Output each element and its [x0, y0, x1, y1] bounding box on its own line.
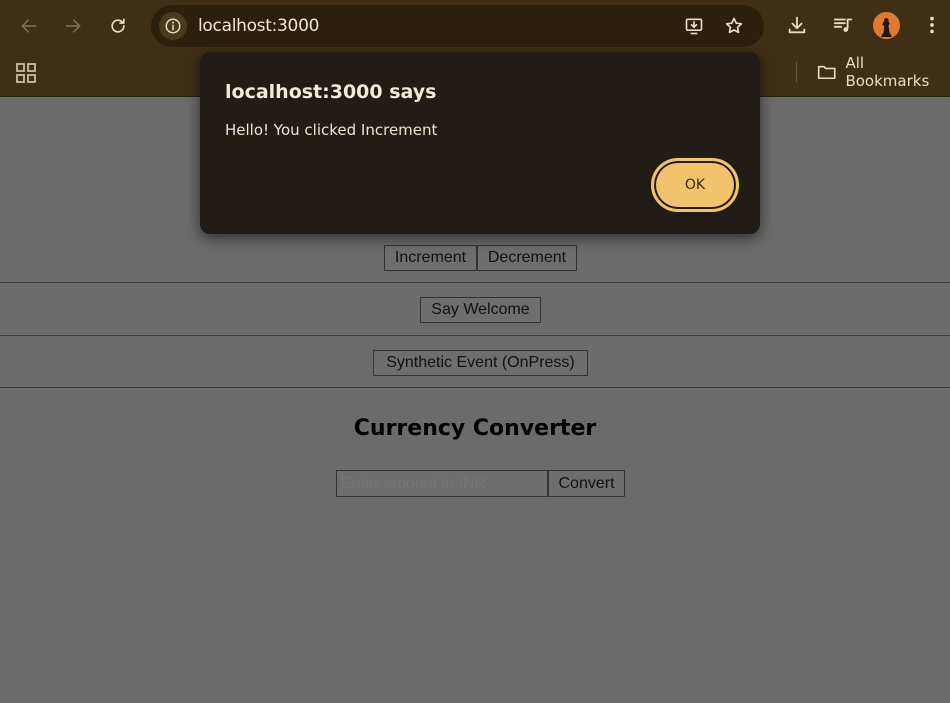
forward-button[interactable] [57, 10, 89, 42]
info-icon [165, 18, 181, 34]
browser-menu-button[interactable] [919, 12, 945, 38]
ok-button[interactable]: OK [651, 158, 739, 212]
downloads-button[interactable] [784, 12, 810, 38]
bookmark-star-button[interactable] [723, 15, 745, 37]
increment-button[interactable]: Increment [384, 245, 477, 271]
all-bookmarks-button[interactable]: All Bookmarks [816, 54, 950, 90]
profile-avatar[interactable] [873, 12, 900, 39]
folder-icon [817, 65, 836, 80]
dialog-message: Hello! You clicked Increment [225, 121, 438, 139]
playlist-music-icon [833, 18, 853, 32]
browser-toolbar: localhost:3000 [0, 0, 950, 52]
install-app-icon [685, 18, 703, 35]
site-info-button[interactable] [159, 12, 187, 40]
amount-input[interactable] [336, 470, 548, 497]
say-welcome-button[interactable]: Say Welcome [420, 297, 541, 323]
divider [0, 282, 950, 283]
download-icon [788, 16, 806, 34]
arrow-left-icon [21, 19, 37, 33]
apps-grid-icon[interactable] [14, 61, 38, 85]
currency-converter-heading: Currency Converter [353, 416, 597, 441]
address-bar[interactable]: localhost:3000 [151, 5, 764, 47]
bookmarks-separator [796, 62, 797, 82]
synthetic-event-button[interactable]: Synthetic Event (OnPress) [373, 350, 588, 376]
divider [0, 387, 950, 388]
divider [0, 335, 950, 336]
alert-dialog: localhost:3000 says Hello! You clicked I… [200, 52, 760, 234]
more-vertical-icon [930, 16, 934, 34]
arrow-right-icon [65, 19, 81, 33]
back-button[interactable] [13, 10, 45, 42]
install-app-button[interactable] [683, 15, 705, 37]
media-controls-button[interactable] [830, 12, 856, 38]
reload-icon [111, 18, 125, 33]
profile-picture-icon [873, 12, 900, 39]
star-icon [725, 17, 743, 34]
convert-button[interactable]: Convert [548, 470, 625, 497]
reload-button[interactable] [102, 10, 134, 42]
url-text[interactable]: localhost:3000 [198, 16, 319, 36]
all-bookmarks-label: All Bookmarks [845, 54, 930, 90]
dialog-title: localhost:3000 says [225, 81, 437, 103]
decrement-button[interactable]: Decrement [477, 245, 577, 271]
